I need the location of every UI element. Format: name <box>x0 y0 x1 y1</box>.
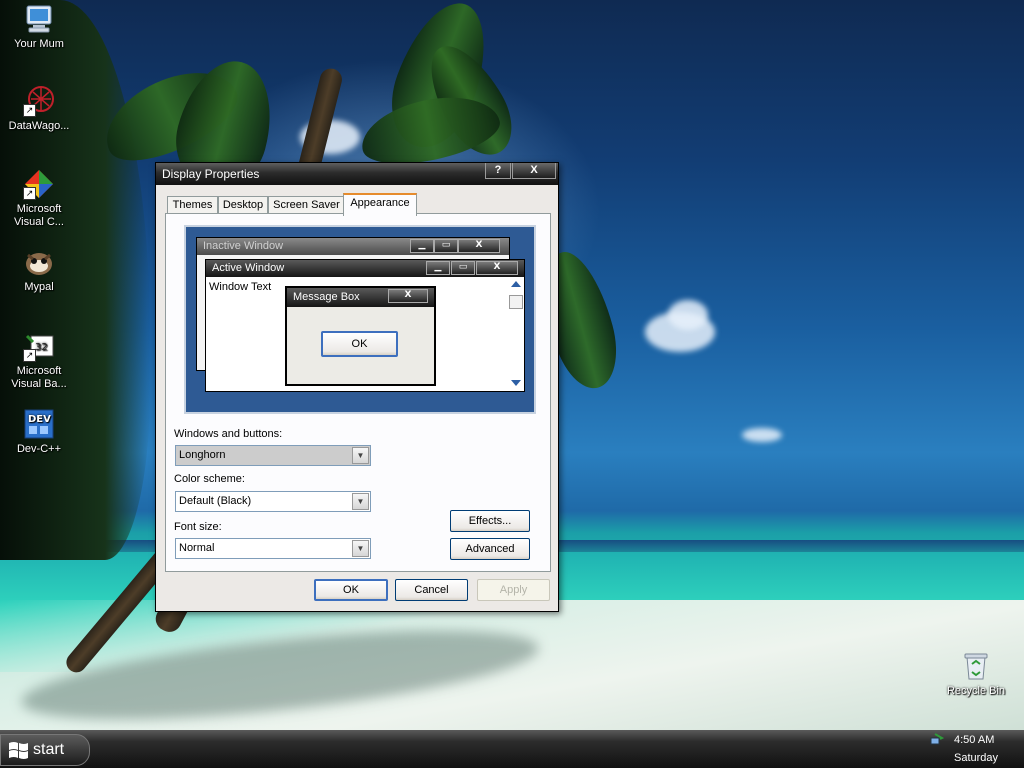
desktop-icon-datawagon[interactable]: ↗ DataWago... <box>0 85 78 133</box>
desktop-icon-label: Your Mum <box>14 38 64 50</box>
clock-day: Saturday <box>954 752 999 764</box>
start-label: start <box>33 741 65 758</box>
visual-c-icon: ↗ <box>23 168 55 200</box>
window-title: Display Properties <box>162 167 260 181</box>
start-button[interactable]: start <box>0 734 90 766</box>
preview-message-box-title: Message Box <box>293 291 360 303</box>
window-titlebar[interactable]: Display Properties ? X <box>156 163 558 185</box>
scroll-up-icon <box>511 281 521 287</box>
desktop-icon-your-mum[interactable]: Your Mum <box>0 3 78 51</box>
mypal-icon <box>23 246 55 278</box>
color-scheme-label: Color scheme: <box>174 473 245 485</box>
scroll-thumb <box>509 295 523 309</box>
computer-icon <box>23 3 55 35</box>
minimize-icon: ▁ <box>426 261 450 275</box>
preview-inactive-title: Inactive Window <box>203 240 284 252</box>
maximize-icon: ▭ <box>434 239 458 253</box>
preview-ok-button: OK <box>321 331 398 357</box>
close-icon: X <box>476 261 518 275</box>
advanced-button[interactable]: Advanced <box>450 538 530 560</box>
network-tray-icon[interactable] <box>930 733 944 747</box>
svg-text:DEV: DEV <box>28 414 51 425</box>
cloud <box>668 300 708 330</box>
shortcut-arrow-icon: ↗ <box>23 349 36 362</box>
desktop-icon-recycle-bin[interactable]: Recycle Bin <box>937 650 1015 698</box>
help-button[interactable]: ? <box>485 163 511 179</box>
preview-message-box: Message Box X OK <box>285 286 436 386</box>
clock-time[interactable]: 4:50 AM <box>954 734 994 746</box>
desktop-icon-visual-c[interactable]: ↗ Microsoft Visual C... <box>0 168 78 229</box>
preview-active-title: Active Window <box>212 262 285 274</box>
tab-screen-saver[interactable]: Screen Saver <box>268 196 345 214</box>
font-size-label: Font size: <box>174 521 222 533</box>
scroll-down-icon <box>511 380 521 386</box>
recycle-bin-icon <box>960 650 992 682</box>
close-icon: X <box>388 289 428 303</box>
desktop-background: Your Mum ↗ DataWago... ↗ Microsoft Visua… <box>0 0 1024 730</box>
effects-button[interactable]: Effects... <box>450 510 530 532</box>
minimize-icon: ▁ <box>410 239 434 253</box>
desktop-icon-label: Microsoft Visual Ba... <box>11 365 67 390</box>
color-scheme-value: Default (Black) <box>179 495 252 507</box>
system-tray: 4:50 AM Saturday <box>924 730 1024 768</box>
appearance-preview: Inactive Window ▁ ▭ X Active Window ▁ ▭ … <box>184 225 536 414</box>
desktop-icon-label: DataWago... <box>8 120 70 132</box>
chevron-down-icon[interactable]: ▼ <box>352 540 369 557</box>
font-size-select[interactable]: Normal ▼ <box>175 538 371 559</box>
color-scheme-select[interactable]: Default (Black) ▼ <box>175 491 371 512</box>
desktop-icon-label: Recycle Bin <box>946 685 1006 697</box>
windows-logo-icon <box>9 742 28 759</box>
preview-window-text: Window Text <box>209 281 272 293</box>
tab-desktop[interactable]: Desktop <box>218 196 268 214</box>
windows-and-buttons-select[interactable]: Longhorn ▼ <box>175 445 371 466</box>
tab-appearance[interactable]: Appearance <box>343 193 417 216</box>
svg-text:32: 32 <box>35 342 48 353</box>
apply-button[interactable]: Apply <box>477 579 550 601</box>
desktop-icon-mypal[interactable]: Mypal <box>0 246 78 294</box>
ok-button[interactable]: OK <box>314 579 388 601</box>
preview-scrollbar <box>508 278 524 390</box>
maximize-icon: ▭ <box>451 261 475 275</box>
desktop-icon-label: Dev-C++ <box>16 443 62 455</box>
dev-cpp-icon: DEV <box>23 408 55 440</box>
datawagon-icon: ↗ <box>23 85 55 117</box>
tab-themes[interactable]: Themes <box>167 196 218 214</box>
shortcut-arrow-icon: ↗ <box>23 104 36 117</box>
cancel-button[interactable]: Cancel <box>395 579 468 601</box>
desktop-icon-dev-cpp[interactable]: DEV Dev-C++ <box>0 408 78 456</box>
desktop-icon-label: Microsoft Visual C... <box>14 203 64 228</box>
cloud <box>742 428 782 442</box>
chevron-down-icon[interactable]: ▼ <box>352 447 369 464</box>
display-properties-window: Display Properties ? X Themes Desktop Sc… <box>155 162 559 612</box>
windows-and-buttons-label: Windows and buttons: <box>174 428 283 440</box>
shortcut-arrow-icon: ↗ <box>23 187 36 200</box>
desktop-icon-visual-basic[interactable]: 32 ↗ Microsoft Visual Ba... <box>0 330 78 391</box>
visual-basic-icon: 32 ↗ <box>23 330 55 362</box>
window-client-area: Themes Desktop Screen Saver Appearance I… <box>159 185 553 607</box>
appearance-panel: Inactive Window ▁ ▭ X Active Window ▁ ▭ … <box>165 213 551 572</box>
close-icon: X <box>458 239 500 253</box>
windows-and-buttons-value: Longhorn <box>179 449 226 461</box>
taskbar: start 4:50 AM Saturday <box>0 730 1024 768</box>
desktop-icon-label: Mypal <box>24 281 54 293</box>
close-button[interactable]: X <box>512 163 556 179</box>
chevron-down-icon[interactable]: ▼ <box>352 493 369 510</box>
font-size-value: Normal <box>179 542 215 554</box>
